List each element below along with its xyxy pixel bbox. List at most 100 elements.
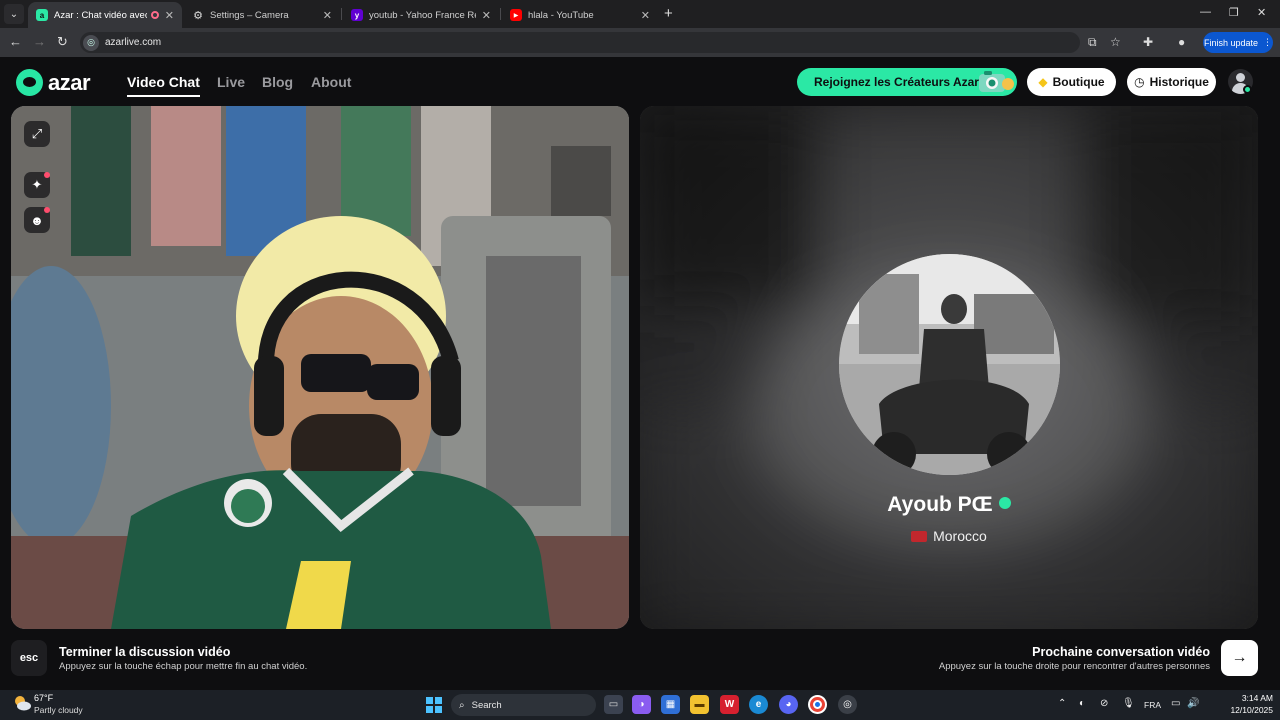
extensions-icon[interactable]: ✚ <box>1143 35 1153 49</box>
tray-app-icon[interactable]: ◐ <box>1079 698 1085 709</box>
windows-taskbar: 67°F Partly cloudy ⌕ Search ▭ ◑ ▦ ▬ W e … <box>0 690 1280 720</box>
close-tab-icon[interactable]: ✕ <box>165 9 174 22</box>
arrow-right-icon: → <box>1231 649 1248 666</box>
finish-update-label: Finish update <box>1203 37 1259 48</box>
boutique-button[interactable]: ◆ Boutique <box>1027 68 1116 96</box>
tab-azar[interactable]: a Azar : Chat vidéo avec de n ✕ <box>28 2 182 28</box>
task-view-icon[interactable]: ▭ <box>604 695 623 714</box>
partner-country-text: Morocco <box>933 528 987 544</box>
file-explorer-icon[interactable]: ▬ <box>690 695 709 714</box>
fullscreen-button[interactable]: ⤢ <box>24 121 50 147</box>
discord-icon[interactable]: ◕ <box>779 695 798 714</box>
forward-icon[interactable]: → <box>33 34 46 49</box>
stickers-notification-dot <box>44 207 50 213</box>
close-tab-icon[interactable]: ✕ <box>323 9 332 22</box>
clock-time[interactable]: 3:14 AM <box>1213 693 1273 703</box>
tab-divider <box>500 8 501 20</box>
finish-update-button[interactable]: Finish update ⋮ <box>1203 32 1273 53</box>
volume-icon[interactable]: 🔊 <box>1187 698 1199 709</box>
back-icon[interactable]: ← <box>9 34 22 49</box>
smiley-icon: ☻ <box>30 212 44 228</box>
chrome-icon[interactable] <box>808 695 827 714</box>
browser-tab-bar: ⌄ a Azar : Chat vidéo avec de n ✕ ⚙ Sett… <box>0 0 1280 28</box>
azar-logo-icon <box>16 69 43 96</box>
tray-overflow-icon[interactable]: ⌃ <box>1058 698 1066 709</box>
search-icon: ⌕ <box>459 699 465 711</box>
nav-live[interactable]: Live <box>217 74 245 90</box>
display-icon[interactable]: ▭ <box>1171 698 1180 709</box>
nav-about[interactable]: About <box>311 74 351 90</box>
partly-cloudy-icon[interactable] <box>12 693 32 713</box>
site-info-icon[interactable]: ◎ <box>83 34 99 51</box>
morocco-flag-icon <box>911 530 928 542</box>
gem-icon: ◆ <box>1038 75 1048 89</box>
weather-condition[interactable]: Partly cloudy <box>34 705 83 715</box>
copilot-icon[interactable]: ◑ <box>632 695 651 714</box>
creators-label: Rejoignez les Créateurs Azar <box>814 75 979 89</box>
youtube-favicon-icon: ▶ <box>510 9 522 21</box>
azar-logo[interactable]: azar <box>16 69 91 96</box>
nav-blog[interactable]: Blog <box>262 74 293 90</box>
store-icon[interactable]: ▦ <box>661 695 680 714</box>
history-button[interactable]: ◷ Historique <box>1127 68 1216 96</box>
bookmark-star-icon[interactable]: ☆ <box>1110 35 1121 49</box>
partner-profile-photo <box>839 254 1060 475</box>
nav-video-chat[interactable]: Video Chat <box>127 74 200 97</box>
online-status-dot <box>1243 85 1252 94</box>
address-bar[interactable]: ◎ azarlive.com <box>80 32 1080 53</box>
tray-network-off-icon[interactable]: ⊘ <box>1100 698 1108 709</box>
more-menu-icon: ⋮ <box>1263 37 1273 47</box>
join-creators-button[interactable]: Rejoignez les Créateurs Azar <box>797 68 1017 96</box>
tab-search-icon[interactable]: ⌄ <box>4 4 24 24</box>
verified-badge-icon <box>998 497 1011 510</box>
next-chat-title: Prochaine conversation vidéo <box>1032 645 1210 659</box>
next-chat-button[interactable]: → <box>1221 640 1258 676</box>
install-app-icon[interactable]: ⧉ <box>1088 35 1097 50</box>
close-tab-icon[interactable]: ✕ <box>482 9 491 22</box>
partner-video-panel: Ayoub PŒ Morocco <box>640 106 1258 629</box>
browser-toolbar: ← → ↻ ◎ azarlive.com ⧉ ☆ ✚ ● Finish upda… <box>0 28 1280 57</box>
close-tab-icon[interactable]: ✕ <box>641 9 650 22</box>
tab-title: hlala - YouTube <box>528 9 594 21</box>
effects-notification-dot <box>44 172 50 178</box>
tab-yahoo[interactable]: y youtub - Yahoo France Résultat ✕ <box>343 2 499 28</box>
search-placeholder: Search <box>471 699 502 711</box>
weather-temperature[interactable]: 67°F <box>34 693 53 703</box>
language-indicator[interactable]: FRA <box>1144 700 1161 710</box>
minimize-icon[interactable]: — <box>1200 6 1211 18</box>
taskbar-search-input[interactable]: ⌕ Search <box>451 694 596 716</box>
wps-office-icon[interactable]: W <box>720 695 739 714</box>
esc-key-button[interactable]: esc <box>11 640 47 676</box>
azar-page: azar Video Chat Live Blog About Rejoigne… <box>0 57 1280 690</box>
partner-name: Ayoub PŒ <box>640 493 1258 517</box>
self-camera-feed <box>11 106 629 629</box>
partner-name-text: Ayoub PŒ <box>887 493 993 516</box>
yahoo-favicon-icon: y <box>351 9 363 21</box>
windows-start-icon[interactable] <box>426 697 442 713</box>
logo-text: azar <box>48 69 91 95</box>
avatar-head <box>1236 73 1245 82</box>
tab-youtube[interactable]: ▶ hlala - YouTube ✕ <box>502 2 658 28</box>
tab-settings[interactable]: ⚙ Settings – Camera ✕ <box>184 2 340 28</box>
new-tab-icon[interactable]: + <box>664 5 673 22</box>
gear-icon: ⚙ <box>193 9 203 22</box>
end-chat-subtitle: Appuyez sur la touche échap pour mettre … <box>59 661 308 672</box>
restore-icon[interactable]: ❐ <box>1229 6 1239 19</box>
profile-icon[interactable]: ● <box>1178 35 1185 49</box>
partner-photo-image <box>839 254 1060 475</box>
self-video-panel: ⤢ ✦ ☻ <box>11 106 629 629</box>
tab-title: Settings – Camera <box>210 9 289 21</box>
edge-icon[interactable]: e <box>749 695 768 714</box>
microphone-icon[interactable]: 🎙 <box>1122 698 1135 709</box>
close-window-icon[interactable]: ✕ <box>1257 6 1266 19</box>
end-chat-title: Terminer la discussion vidéo <box>59 645 231 659</box>
url-text[interactable]: azarlive.com <box>105 37 161 48</box>
next-chat-subtitle: Appuyez sur la touche droite pour rencon… <box>938 661 1210 672</box>
clock-date[interactable]: 12/10/2025 <box>1203 705 1273 715</box>
tab-divider <box>341 8 342 20</box>
reload-icon[interactable]: ↻ <box>57 34 68 50</box>
obs-icon[interactable]: ◎ <box>838 695 857 714</box>
boutique-label: Boutique <box>1052 75 1105 89</box>
azar-favicon-icon: a <box>36 9 48 21</box>
tab-title: Azar : Chat vidéo avec de n <box>54 9 147 21</box>
